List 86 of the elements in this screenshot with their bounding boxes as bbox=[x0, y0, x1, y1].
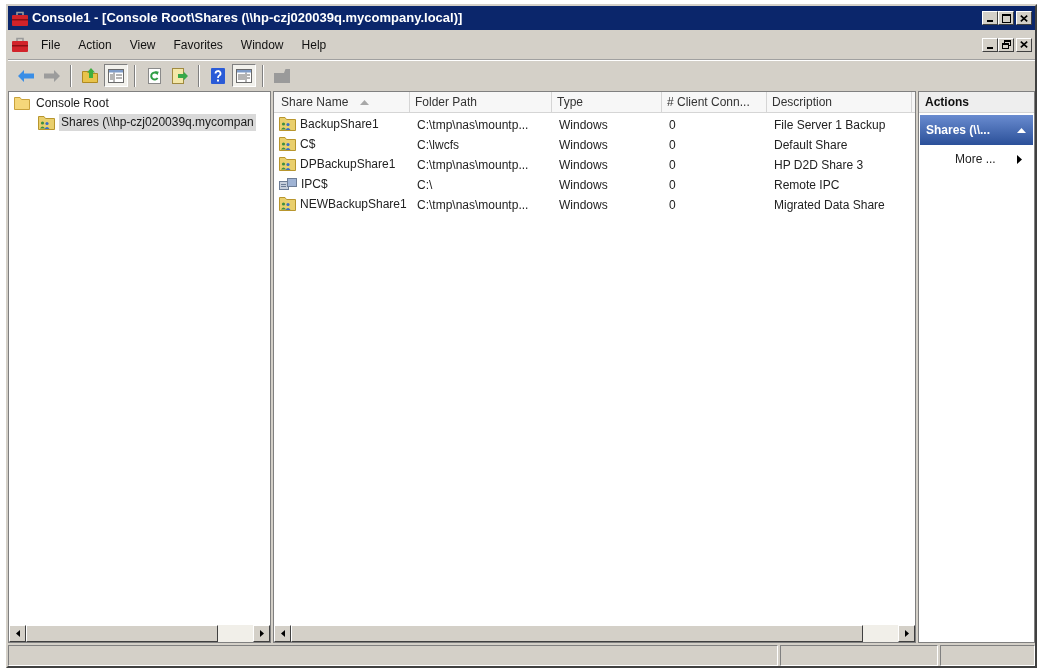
column-header[interactable]: Share Name bbox=[276, 92, 410, 112]
connection-count: 0 bbox=[669, 158, 676, 172]
close-button[interactable] bbox=[1016, 11, 1032, 25]
column-header[interactable]: Type bbox=[552, 92, 662, 112]
share-description: HP D2D Share 3 bbox=[774, 158, 864, 172]
window-left-pane-icon bbox=[108, 68, 124, 83]
actions-header: Actions bbox=[919, 92, 1034, 113]
menu-item[interactable]: Help bbox=[292, 33, 336, 56]
help-icon bbox=[211, 67, 225, 84]
column-header[interactable]: # Client Conn... bbox=[662, 92, 767, 112]
folder-path: C:\lwcfs bbox=[417, 138, 459, 152]
toolbox-icon bbox=[12, 10, 28, 26]
share-description: Remote IPC bbox=[774, 178, 840, 192]
shared-folder-icon bbox=[279, 137, 296, 151]
toolbox-icon bbox=[12, 37, 28, 52]
window-right-pane-icon bbox=[236, 68, 252, 83]
connection-count: 0 bbox=[669, 178, 676, 192]
tabbed-folder-icon bbox=[274, 68, 290, 83]
share-type: Windows bbox=[559, 138, 608, 152]
list-item[interactable]: C$ bbox=[299, 135, 317, 153]
maximize-icon bbox=[1001, 13, 1011, 23]
connection-count: 0 bbox=[669, 118, 676, 132]
shared-folder-icon bbox=[279, 157, 296, 171]
menu-item[interactable]: Window bbox=[231, 33, 293, 56]
submenu-arrow-icon bbox=[1017, 154, 1022, 164]
connection-count: 0 bbox=[669, 198, 676, 212]
share-type: Windows bbox=[559, 158, 608, 172]
sort-ascending-icon bbox=[360, 99, 370, 105]
scroll-left-button[interactable] bbox=[274, 625, 291, 642]
scroll-left-button[interactable] bbox=[9, 625, 26, 642]
minimize-icon bbox=[987, 20, 993, 22]
share-type: Windows bbox=[559, 118, 608, 132]
shared-folder-icon bbox=[38, 115, 55, 130]
close-icon bbox=[1020, 41, 1028, 48]
refresh-icon bbox=[147, 67, 161, 84]
menu-item[interactable]: Action bbox=[69, 33, 121, 56]
scrollbar-thumb[interactable] bbox=[26, 625, 218, 642]
menu-item[interactable]: Favorites bbox=[164, 33, 232, 56]
actions-section-header[interactable]: Shares (\\... bbox=[920, 115, 1033, 145]
restore-icon bbox=[1001, 40, 1011, 49]
share-description: Default Share bbox=[774, 138, 848, 152]
left-triangle-icon bbox=[15, 630, 20, 637]
maximize-button[interactable] bbox=[998, 11, 1014, 25]
list-item[interactable]: BackupShare1 bbox=[299, 115, 380, 133]
network-share-icon bbox=[279, 178, 297, 190]
left-triangle-icon bbox=[280, 630, 285, 637]
close-icon bbox=[1020, 14, 1028, 22]
column-header[interactable]: Description bbox=[767, 92, 912, 112]
restore-button[interactable] bbox=[998, 37, 1014, 52]
minimize-button[interactable] bbox=[982, 37, 998, 52]
list-item[interactable]: IPC$ bbox=[300, 175, 329, 193]
column-header[interactable]: Folder Path bbox=[410, 92, 552, 112]
folder-path: C:\tmp\nas\mountp... bbox=[417, 198, 529, 212]
connection-count: 0 bbox=[669, 138, 676, 152]
folder-up-arrow-icon bbox=[82, 68, 98, 83]
share-type: Windows bbox=[559, 198, 608, 212]
folder-path: C:\ bbox=[417, 178, 433, 192]
left-arrow-icon bbox=[18, 69, 34, 82]
minimize-button[interactable] bbox=[982, 11, 998, 25]
shared-folder-icon bbox=[279, 117, 296, 131]
right-arrow-icon bbox=[44, 69, 60, 82]
right-triangle-icon bbox=[904, 630, 909, 637]
folder-path: C:\tmp\nas\mountp... bbox=[417, 158, 529, 172]
scroll-right-button[interactable] bbox=[898, 625, 915, 642]
horizontal-scrollbar[interactable] bbox=[9, 625, 270, 642]
show-hide-action-pane-button[interactable] bbox=[232, 64, 256, 87]
share-description: File Server 1 Backup bbox=[774, 118, 886, 132]
list-item[interactable]: NEWBackupShare1 bbox=[299, 195, 408, 213]
shared-folder-icon bbox=[279, 197, 296, 211]
menu-item[interactable]: File bbox=[32, 33, 70, 56]
window-title: Console1 - [Console Root\Shares (\\hp-czj020039q.mycompany.local)] bbox=[32, 9, 464, 28]
tree-item[interactable]: Shares (\\hp-czj020039q.mycompan bbox=[59, 114, 256, 131]
show-hide-tree-button[interactable] bbox=[104, 64, 128, 87]
scroll-right-button[interactable] bbox=[253, 625, 270, 642]
list-item[interactable]: DPBackupShare1 bbox=[299, 155, 397, 173]
share-description: Migrated Data Share bbox=[774, 198, 885, 212]
minimize-icon bbox=[987, 46, 993, 49]
share-type: Windows bbox=[559, 178, 608, 192]
folder-icon bbox=[14, 97, 30, 110]
right-triangle-icon bbox=[259, 630, 264, 637]
export-icon bbox=[172, 67, 188, 84]
menu-item[interactable]: View bbox=[120, 33, 165, 56]
folder-path: C:\tmp\nas\mountp... bbox=[417, 118, 529, 132]
close-button[interactable] bbox=[1016, 37, 1032, 52]
submenu-link[interactable]: More ... bbox=[919, 148, 1034, 170]
tree-item[interactable]: Console Root bbox=[34, 95, 111, 112]
